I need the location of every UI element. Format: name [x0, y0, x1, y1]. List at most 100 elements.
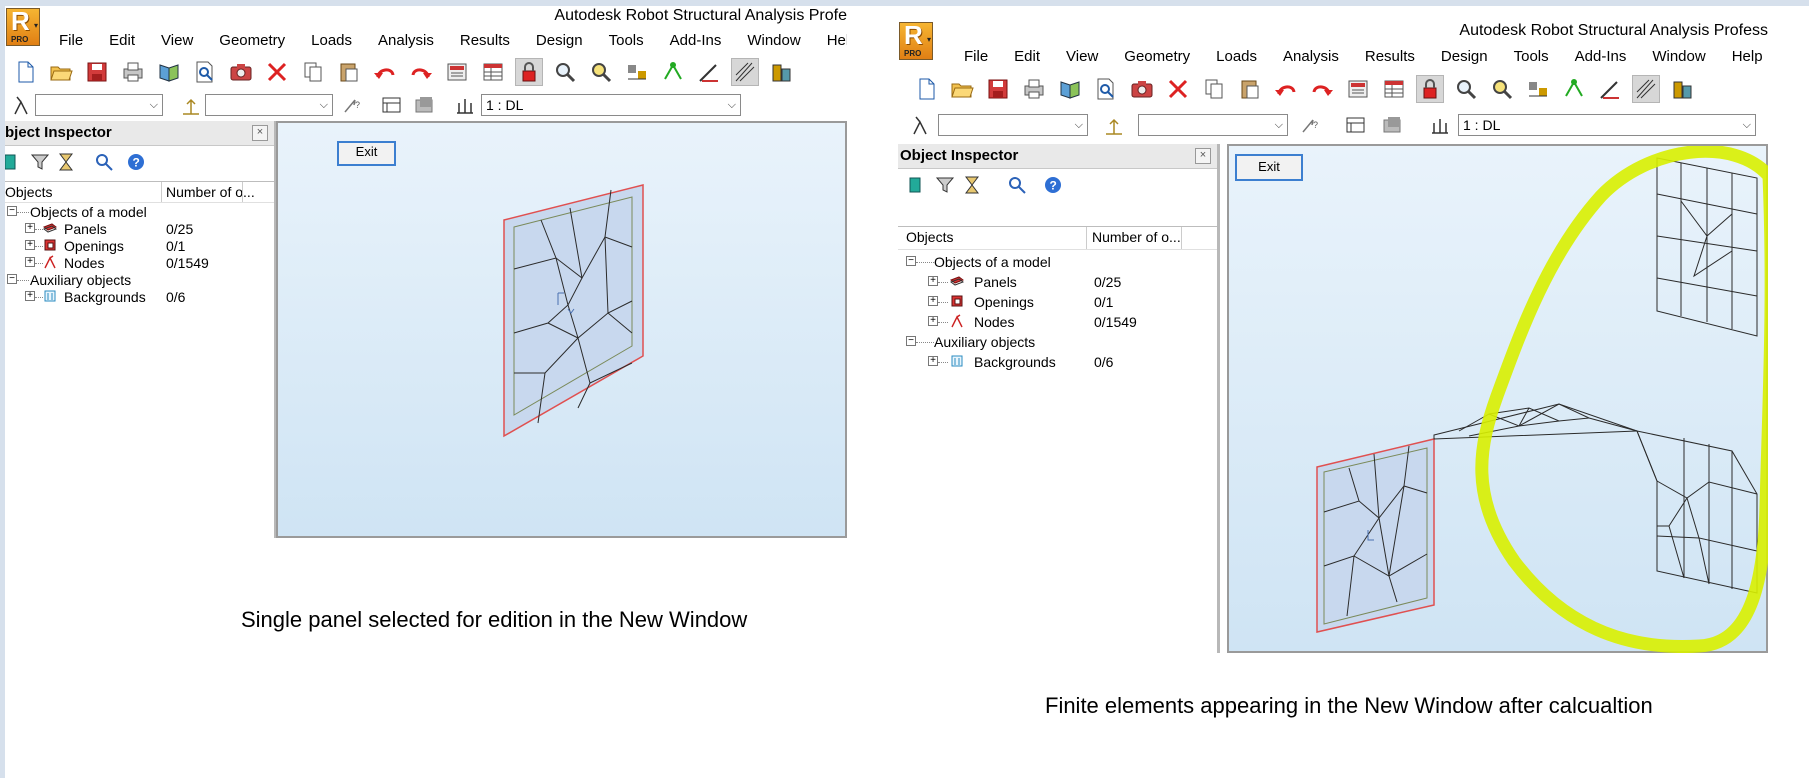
print-icon[interactable] — [119, 58, 147, 86]
tree-row-backgrounds[interactable]: + Backgrounds 0/6 — [5, 289, 265, 307]
filter-icon[interactable] — [29, 151, 51, 173]
table-icon[interactable] — [1380, 75, 1408, 103]
node-selection-icon[interactable] — [908, 114, 932, 136]
column-objects[interactable]: Objects — [5, 184, 52, 200]
column-number[interactable]: Number of o... — [1092, 229, 1181, 245]
copy-icon[interactable] — [299, 58, 327, 86]
collapse-icon[interactable]: − — [906, 256, 916, 266]
tree-row-objects-of-model[interactable]: − Objects of a model — [5, 204, 265, 222]
lock-icon[interactable] — [515, 58, 543, 86]
menu-geometry[interactable]: Geometry — [219, 30, 285, 52]
menu-edit[interactable]: Edit — [1014, 46, 1040, 68]
load-case-combo[interactable]: 1 : DL ⌵ — [1458, 114, 1756, 136]
menu-view[interactable]: View — [161, 30, 193, 52]
tree-row-panels[interactable]: + Panels 0/25 — [5, 221, 265, 239]
expand-icon[interactable]: + — [928, 276, 938, 286]
menu-analysis[interactable]: Analysis — [378, 30, 434, 52]
structure-view-icon[interactable] — [1524, 75, 1552, 103]
menu-design[interactable]: Design — [1441, 46, 1488, 68]
model-viewport[interactable]: Exit — [1227, 144, 1768, 653]
layer-icon[interactable] — [1344, 114, 1368, 136]
screen-capture-icon[interactable] — [227, 58, 255, 86]
bar-selection-combo[interactable]: ⌵ — [205, 94, 333, 116]
section-display-icon[interactable] — [767, 58, 795, 86]
view-icon[interactable] — [1380, 114, 1404, 136]
collapse-icon[interactable]: − — [906, 336, 916, 346]
save-icon[interactable] — [984, 75, 1012, 103]
view-icon[interactable] — [412, 94, 436, 116]
menu-add-ins[interactable]: Add-Ins — [1575, 46, 1627, 68]
selection-tool-icon[interactable]: ? — [340, 94, 364, 116]
tree-row-nodes[interactable]: + Nodes 0/1549 — [5, 255, 265, 273]
hourglass-icon[interactable] — [961, 174, 983, 196]
tree-row-openings[interactable]: + Openings 0/1 — [898, 294, 1198, 312]
structure-tree-icon[interactable] — [904, 174, 926, 196]
structure-tree-icon[interactable] — [5, 151, 21, 173]
expand-icon[interactable]: + — [928, 296, 938, 306]
menu-loads[interactable]: Loads — [311, 30, 352, 52]
menu-window[interactable]: Window — [1652, 46, 1705, 68]
redo-icon[interactable] — [407, 58, 435, 86]
menu-edit[interactable]: Edit — [109, 30, 135, 52]
node-selection-combo[interactable]: ⌵ — [35, 94, 163, 116]
expand-icon[interactable]: + — [25, 240, 35, 250]
collapse-icon[interactable]: − — [7, 206, 17, 216]
robot-logo-icon[interactable]: R PRO ▾ — [6, 6, 40, 46]
menu-analysis[interactable]: Analysis — [1283, 46, 1339, 68]
menu-results[interactable]: Results — [1365, 46, 1415, 68]
collapse-icon[interactable]: − — [7, 274, 17, 284]
menu-window[interactable]: Window — [747, 30, 800, 52]
load-case-icon[interactable] — [453, 94, 477, 116]
inspector-close-icon[interactable]: × — [252, 125, 268, 141]
bar-selection-icon[interactable] — [179, 94, 203, 116]
menu-view[interactable]: View — [1066, 46, 1098, 68]
menu-file[interactable]: File — [964, 46, 988, 68]
model-viewport[interactable]: Exit — [276, 121, 847, 538]
paste-icon[interactable] — [335, 58, 363, 86]
bar-selection-combo[interactable]: ⌵ — [1138, 114, 1288, 136]
menu-tools[interactable]: Tools — [1514, 46, 1549, 68]
layer-icon[interactable] — [380, 94, 404, 116]
zoom-icon[interactable] — [551, 58, 579, 86]
undo-icon[interactable] — [1272, 75, 1300, 103]
filter-icon[interactable] — [934, 174, 956, 196]
menu-file[interactable]: File — [59, 30, 83, 52]
tree-row-auxiliary[interactable]: − Auxiliary objects — [898, 334, 1198, 352]
screen-capture-icon[interactable] — [1128, 75, 1156, 103]
menu-add-ins[interactable]: Add-Ins — [670, 30, 722, 52]
calculator-icon[interactable] — [1344, 75, 1372, 103]
tree-row-auxiliary[interactable]: − Auxiliary objects — [5, 272, 265, 290]
expand-icon[interactable]: + — [25, 223, 35, 233]
menu-results[interactable]: Results — [460, 30, 510, 52]
menu-geometry[interactable]: Geometry — [1124, 46, 1190, 68]
menu-design[interactable]: Design — [536, 30, 583, 52]
table-icon[interactable] — [479, 58, 507, 86]
new-file-icon[interactable] — [912, 75, 940, 103]
delete-icon[interactable] — [263, 58, 291, 86]
tree-row-objects-of-model[interactable]: − Objects of a model — [898, 254, 1198, 272]
copy-icon[interactable] — [1200, 75, 1228, 103]
save-icon[interactable] — [83, 58, 111, 86]
load-case-combo[interactable]: 1 : DL ⌵ — [481, 94, 741, 116]
hourglass-icon[interactable] — [55, 151, 77, 173]
print-icon[interactable] — [1020, 75, 1048, 103]
help-icon[interactable]: ? — [125, 151, 147, 173]
menu-tools[interactable]: Tools — [609, 30, 644, 52]
print-preview-icon[interactable] — [191, 58, 219, 86]
paste-icon[interactable] — [1236, 75, 1264, 103]
search-icon[interactable] — [93, 151, 115, 173]
column-objects[interactable]: Objects — [906, 229, 953, 245]
section-display-icon[interactable] — [1668, 75, 1696, 103]
open-folder-icon[interactable] — [47, 58, 75, 86]
supports-icon[interactable] — [1560, 75, 1588, 103]
calculator-icon[interactable] — [443, 58, 471, 86]
structure-view-icon[interactable] — [623, 58, 651, 86]
load-display-icon[interactable] — [1596, 75, 1624, 103]
help-icon[interactable]: ? — [1042, 174, 1064, 196]
load-display-icon[interactable] — [695, 58, 723, 86]
expand-icon[interactable]: + — [928, 316, 938, 326]
tree-row-nodes[interactable]: + Nodes 0/1549 — [898, 314, 1198, 332]
tree-row-openings[interactable]: + Openings 0/1 — [5, 238, 265, 256]
supports-icon[interactable] — [659, 58, 687, 86]
bar-selection-icon[interactable] — [1102, 114, 1126, 136]
